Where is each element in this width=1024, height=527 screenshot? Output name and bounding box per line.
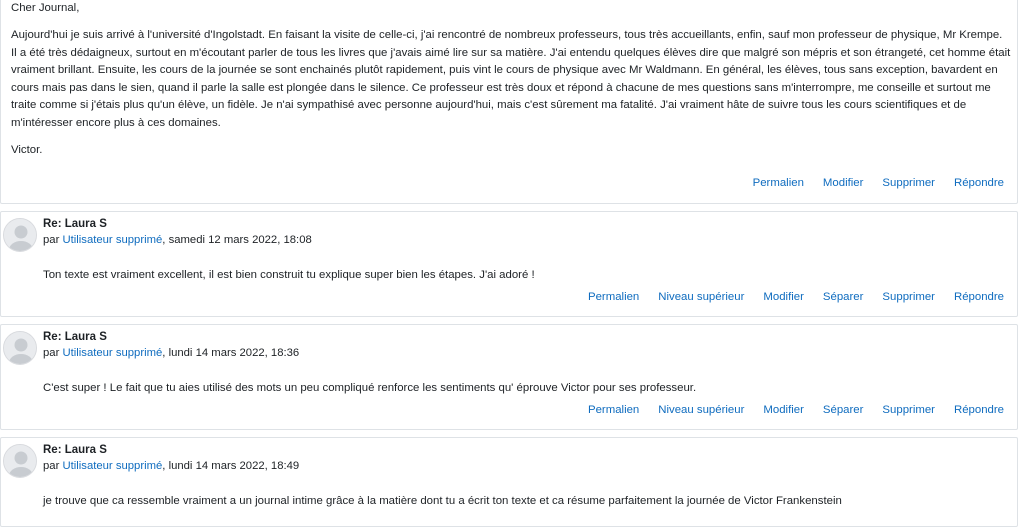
reply-link[interactable]: Répondre [954,177,1004,189]
edit-link[interactable]: Modifier [763,404,804,416]
reply-subject: Re: Laura S [43,444,107,456]
reply-byline: par Utilisateur supprimé, lundi 14 mars … [43,460,299,472]
reply-subject: Re: Laura S [43,331,107,343]
delete-link[interactable]: Supprimer [882,291,935,303]
post-body: Aujourd'hui je suis arrivé à l'universit… [11,29,1011,129]
by-label: par [43,234,60,246]
post-date: , samedi 12 mars 2022, 18:08 [162,234,312,246]
by-label: par [43,347,60,359]
permalink-link[interactable]: Permalien [753,177,804,189]
author-link[interactable]: Utilisateur supprimé [62,347,162,359]
user-icon [4,332,36,364]
split-link[interactable]: Séparer [823,291,864,303]
reply-text: Ton texte est vraiment excellent, il est… [43,269,535,281]
reply-post: Re: Laura S par Utilisateur supprimé, sa… [0,211,1018,317]
reply-link[interactable]: Répondre [954,404,1004,416]
reply-text: C'est super ! Le fait que tu aies utilis… [43,382,697,394]
avatar[interactable] [3,218,37,252]
parent-level-link[interactable]: Niveau supérieur [658,291,744,303]
edit-link[interactable]: Modifier [823,177,864,189]
user-icon [4,219,36,251]
reply-post: Re: Laura S par Utilisateur supprimé, lu… [0,324,1018,430]
author-link[interactable]: Utilisateur supprimé [62,234,162,246]
reply-post: Re: Laura S par Utilisateur supprimé, lu… [0,437,1018,527]
avatar[interactable] [3,331,37,365]
post-date: , lundi 14 mars 2022, 18:49 [162,460,300,472]
by-label: par [43,460,60,472]
main-post: Cher Journal, Aujourd'hui je suis arrivé… [0,0,1018,204]
reply-text: je trouve que ca ressemble vraiment a un… [43,495,842,507]
user-icon [4,445,36,477]
permalink-link[interactable]: Permalien [588,404,639,416]
post-greeting: Cher Journal, [11,2,80,14]
reply-byline: par Utilisateur supprimé, lundi 14 mars … [43,347,299,359]
reply-commands: Permalien Niveau supérieur Modifier Sépa… [569,291,1004,303]
parent-level-link[interactable]: Niveau supérieur [658,404,744,416]
avatar[interactable] [3,444,37,478]
delete-link[interactable]: Supprimer [882,177,935,189]
delete-link[interactable]: Supprimer [882,404,935,416]
post-commands: Permalien Modifier Supprimer Répondre [734,177,1004,189]
reply-commands: Permalien Niveau supérieur Modifier Sépa… [569,404,1004,416]
permalink-link[interactable]: Permalien [588,291,639,303]
author-link[interactable]: Utilisateur supprimé [62,460,162,472]
post-signature: Victor. [11,144,43,156]
reply-byline: par Utilisateur supprimé, samedi 12 mars… [43,234,312,246]
reply-link[interactable]: Répondre [954,291,1004,303]
post-date: , lundi 14 mars 2022, 18:36 [162,347,300,359]
split-link[interactable]: Séparer [823,404,864,416]
reply-subject: Re: Laura S [43,218,107,230]
edit-link[interactable]: Modifier [763,291,804,303]
